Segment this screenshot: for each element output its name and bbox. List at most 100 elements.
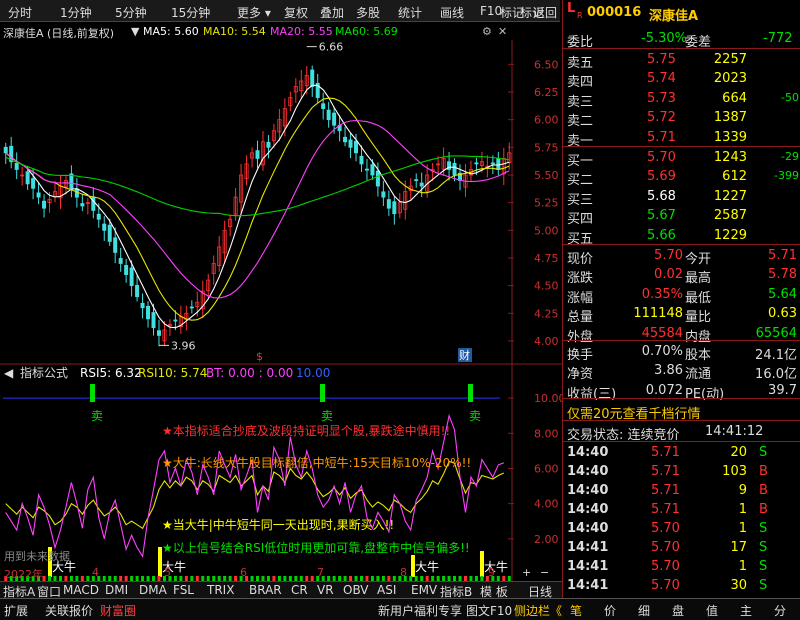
zoom-in-button[interactable]: + (522, 566, 531, 579)
draw-line-button[interactable]: 画线 (440, 4, 464, 21)
separator (563, 441, 800, 442)
indicator-tabs: 指标A 窗口 MACD DMI DMA FSL TRIX BRAR CR VR OBV ASI EMV 指… (0, 581, 562, 599)
indicator-tab[interactable]: TRIX (207, 583, 234, 597)
tick-time: 14:41 (567, 578, 609, 593)
bid-level: 买二 5.69 612 -399 (563, 167, 800, 188)
candle-body (370, 164, 375, 176)
quote-tab[interactable]: 值 (706, 602, 718, 619)
right-bottom-tabs: 笔价细盘值主分 (562, 598, 800, 620)
ask-price: 5.73 (647, 90, 676, 106)
stat-value: 5.70 (654, 248, 683, 263)
quote-tab[interactable]: 价 (604, 602, 616, 619)
quote-tab[interactable]: 分 (774, 602, 786, 619)
overlay-button[interactable]: 叠加 (320, 4, 344, 21)
candle-body (266, 141, 271, 148)
bid-volume: 2587 (713, 208, 747, 224)
quote-tab[interactable]: 盘 (672, 602, 684, 619)
related-quotes-button[interactable]: 关联报价 (45, 602, 93, 619)
weibi-value: -5.30% (641, 31, 687, 46)
watermark-text: 用到未来数据 (4, 550, 70, 563)
candle-body (354, 140, 359, 154)
indicator-tab[interactable]: VR (317, 583, 334, 597)
ask-label: 卖五 (567, 56, 594, 71)
tick-row: 14:40 5.71 9 B (563, 481, 800, 500)
tab-15min[interactable]: 15分钟 (171, 4, 210, 21)
candle-body (140, 302, 145, 309)
indicator-tab[interactable]: DMI (105, 583, 128, 597)
candle-body (124, 265, 129, 275)
l2-sub: R (577, 11, 583, 20)
stats-button[interactable]: 统计 (398, 4, 422, 21)
low-label: 3.96 (171, 339, 196, 352)
zoom-out-button[interactable]: − (540, 566, 549, 579)
tick-time: 14:40 (567, 521, 609, 536)
candle-body (496, 158, 501, 170)
top-toolbar: 分时 1分钟 5分钟 15分钟 更多 ▾ 复权 叠加 多股 统计 画线 F10 标记 标记 返回 (0, 0, 560, 22)
trade-state-time: 14:41:12 (705, 424, 764, 439)
candle-body (474, 162, 479, 165)
stock-name: 深康佳A (649, 9, 699, 24)
quote-tab[interactable]: 笔 (570, 602, 582, 619)
tick-volume: 103 (722, 464, 747, 479)
rsi10-value: RSI10: 5.74 (138, 366, 207, 380)
candle-body (332, 112, 337, 126)
indicator-tab[interactable]: CR (291, 583, 308, 597)
tab-intraday[interactable]: 分时 (8, 4, 32, 21)
candle-body (96, 213, 101, 220)
stat-label: 股本 (685, 348, 712, 363)
stat-label: 涨跌 (567, 271, 594, 287)
price-axis-label: 5.25 (534, 197, 559, 210)
adjust-button[interactable]: 复权 (284, 4, 308, 21)
indicator-formula-label[interactable]: 指标公式 (20, 365, 68, 380)
indicator-tab[interactable]: ASI (377, 583, 396, 597)
f10-button[interactable]: 图文F10 (466, 602, 512, 619)
candle-body (102, 223, 107, 231)
bid-price: 5.70 (647, 150, 676, 165)
candle-body (392, 201, 397, 215)
separator (563, 398, 800, 399)
candle-body (490, 162, 495, 165)
sell-signal-bar (468, 384, 473, 402)
multi-stock-button[interactable]: 多股 (356, 4, 380, 21)
indicator-tab[interactable]: BRAR (249, 583, 282, 597)
tab-1min[interactable]: 1分钟 (60, 4, 92, 21)
fundamental-row: 换手 0.70% 股本 24.1亿 (563, 342, 800, 363)
expand-button[interactable]: 扩展 (4, 602, 28, 619)
date-label: 2022年 (4, 568, 43, 581)
candle-body (326, 109, 331, 121)
indicator-tab[interactable]: FSL (173, 583, 194, 597)
more-menu[interactable]: 更多 ▾ (237, 4, 271, 21)
event-mark[interactable]: $ (256, 350, 263, 363)
sidebar-toggle[interactable]: 侧边栏《 (514, 602, 562, 619)
quote-tab[interactable]: 主 (740, 602, 752, 619)
rsi-menu-icon[interactable]: ◀ (4, 366, 14, 380)
bid-price: 5.67 (647, 208, 676, 224)
candle-body (343, 136, 348, 143)
chart-canvas[interactable]: 6.50 6.25 6.00 5.75 5.50 5.25 5.00 4.75 4.50 4.25… (0, 22, 562, 582)
tick-direction: B (759, 483, 768, 498)
candle-body (74, 188, 79, 198)
mark-button[interactable]: 标记 (500, 4, 524, 21)
quote-tab[interactable]: 细 (638, 602, 650, 619)
tick-time: 14:40 (567, 445, 609, 460)
wealth-circle-button[interactable]: 财富圈 (100, 602, 136, 619)
back-button[interactable]: 返回 (533, 4, 557, 21)
tab-5min[interactable]: 5分钟 (115, 4, 147, 21)
stock-header: L R 000016 深康佳A (563, 1, 800, 24)
weibi-row: 委比 -5.30% 委差 -772 (563, 29, 800, 50)
new-user-promo-link[interactable]: 新用户福利专享 (378, 602, 462, 619)
candle-body (364, 168, 369, 171)
candle-body (386, 199, 391, 209)
ask-volume: 1339 (713, 129, 747, 145)
candle-body (25, 171, 30, 185)
indicator-tab[interactable]: MACD (63, 583, 99, 597)
bid-level: 买三 5.68 1227 (563, 187, 800, 208)
finance-report-text: 财 (459, 348, 470, 362)
candle-body (156, 330, 161, 336)
indicator-tab[interactable]: EMV (411, 583, 437, 597)
indicator-tab[interactable]: DMA (139, 583, 167, 597)
bid-label: 买一 (567, 154, 594, 169)
quote-stat-row: 涨跌 0.02 最高 5.78 (563, 265, 800, 287)
f10-button[interactable]: F10 (480, 4, 502, 18)
indicator-tab[interactable]: OBV (343, 583, 369, 597)
